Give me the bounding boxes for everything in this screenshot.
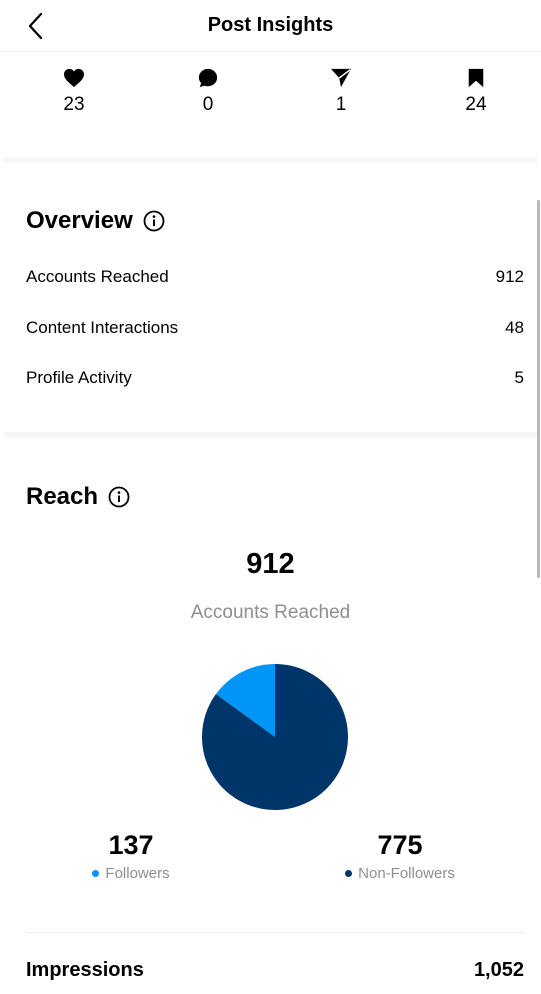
shares-count: 1 bbox=[335, 94, 347, 115]
divider-line bbox=[26, 932, 524, 933]
shares-stat[interactable]: 1 bbox=[311, 66, 371, 116]
non-followers-count: 775 bbox=[377, 830, 423, 860]
non-followers-label: Non-Followers bbox=[358, 865, 455, 882]
metric-value: 48 bbox=[505, 318, 524, 337]
engagement-stats: 23 0 1 24 bbox=[0, 66, 541, 122]
share-icon bbox=[331, 68, 351, 88]
followers-legend: 137 Followers bbox=[51, 830, 211, 882]
metric-value: 912 bbox=[495, 267, 524, 286]
impressions-label: Impressions bbox=[26, 959, 144, 981]
saves-count: 24 bbox=[465, 94, 487, 115]
metric-value: 5 bbox=[514, 368, 524, 387]
followers-label: Followers bbox=[105, 865, 170, 882]
profile-activity-row[interactable]: Profile Activity 5 bbox=[26, 364, 524, 392]
impressions-row[interactable]: Impressions 1,052 bbox=[26, 959, 524, 982]
saves-stat[interactable]: 24 bbox=[446, 66, 506, 116]
bookmark-icon bbox=[468, 68, 484, 88]
comments-stat[interactable]: 0 bbox=[178, 66, 238, 116]
reach-total: 912 bbox=[246, 548, 295, 580]
comment-icon bbox=[198, 68, 218, 88]
non-followers-legend: 775 Non-Followers bbox=[320, 830, 480, 882]
comments-count: 0 bbox=[202, 94, 214, 115]
metric-label: Accounts Reached bbox=[26, 267, 169, 286]
overview-title: Overview bbox=[26, 207, 133, 234]
content-interactions-row[interactable]: Content Interactions 48 bbox=[26, 314, 524, 342]
reach-heading: Reach bbox=[26, 483, 130, 511]
metric-label: Content Interactions bbox=[26, 318, 179, 337]
reach-pie-chart bbox=[202, 664, 348, 810]
overview-heading: Overview bbox=[26, 207, 165, 235]
section-divider bbox=[4, 157, 537, 163]
impressions-value: 1,052 bbox=[473, 959, 524, 981]
followers-dot bbox=[92, 870, 100, 877]
likes-stat[interactable]: 23 bbox=[44, 66, 104, 116]
likes-count: 23 bbox=[63, 94, 85, 115]
scrollbar[interactable] bbox=[537, 200, 540, 578]
non-followers-dot bbox=[345, 870, 353, 877]
section-divider bbox=[4, 432, 537, 438]
header: Post Insights bbox=[0, 0, 541, 52]
reach-caption: Accounts Reached bbox=[190, 602, 351, 623]
info-icon[interactable] bbox=[108, 486, 130, 508]
metric-label: Profile Activity bbox=[26, 368, 132, 387]
reach-title: Reach bbox=[26, 483, 99, 510]
info-icon[interactable] bbox=[143, 210, 165, 232]
accounts-reached-row[interactable]: Accounts Reached 912 bbox=[26, 263, 524, 291]
followers-count: 137 bbox=[108, 830, 154, 860]
heart-icon bbox=[64, 68, 84, 88]
page-title: Post Insights bbox=[207, 14, 334, 36]
